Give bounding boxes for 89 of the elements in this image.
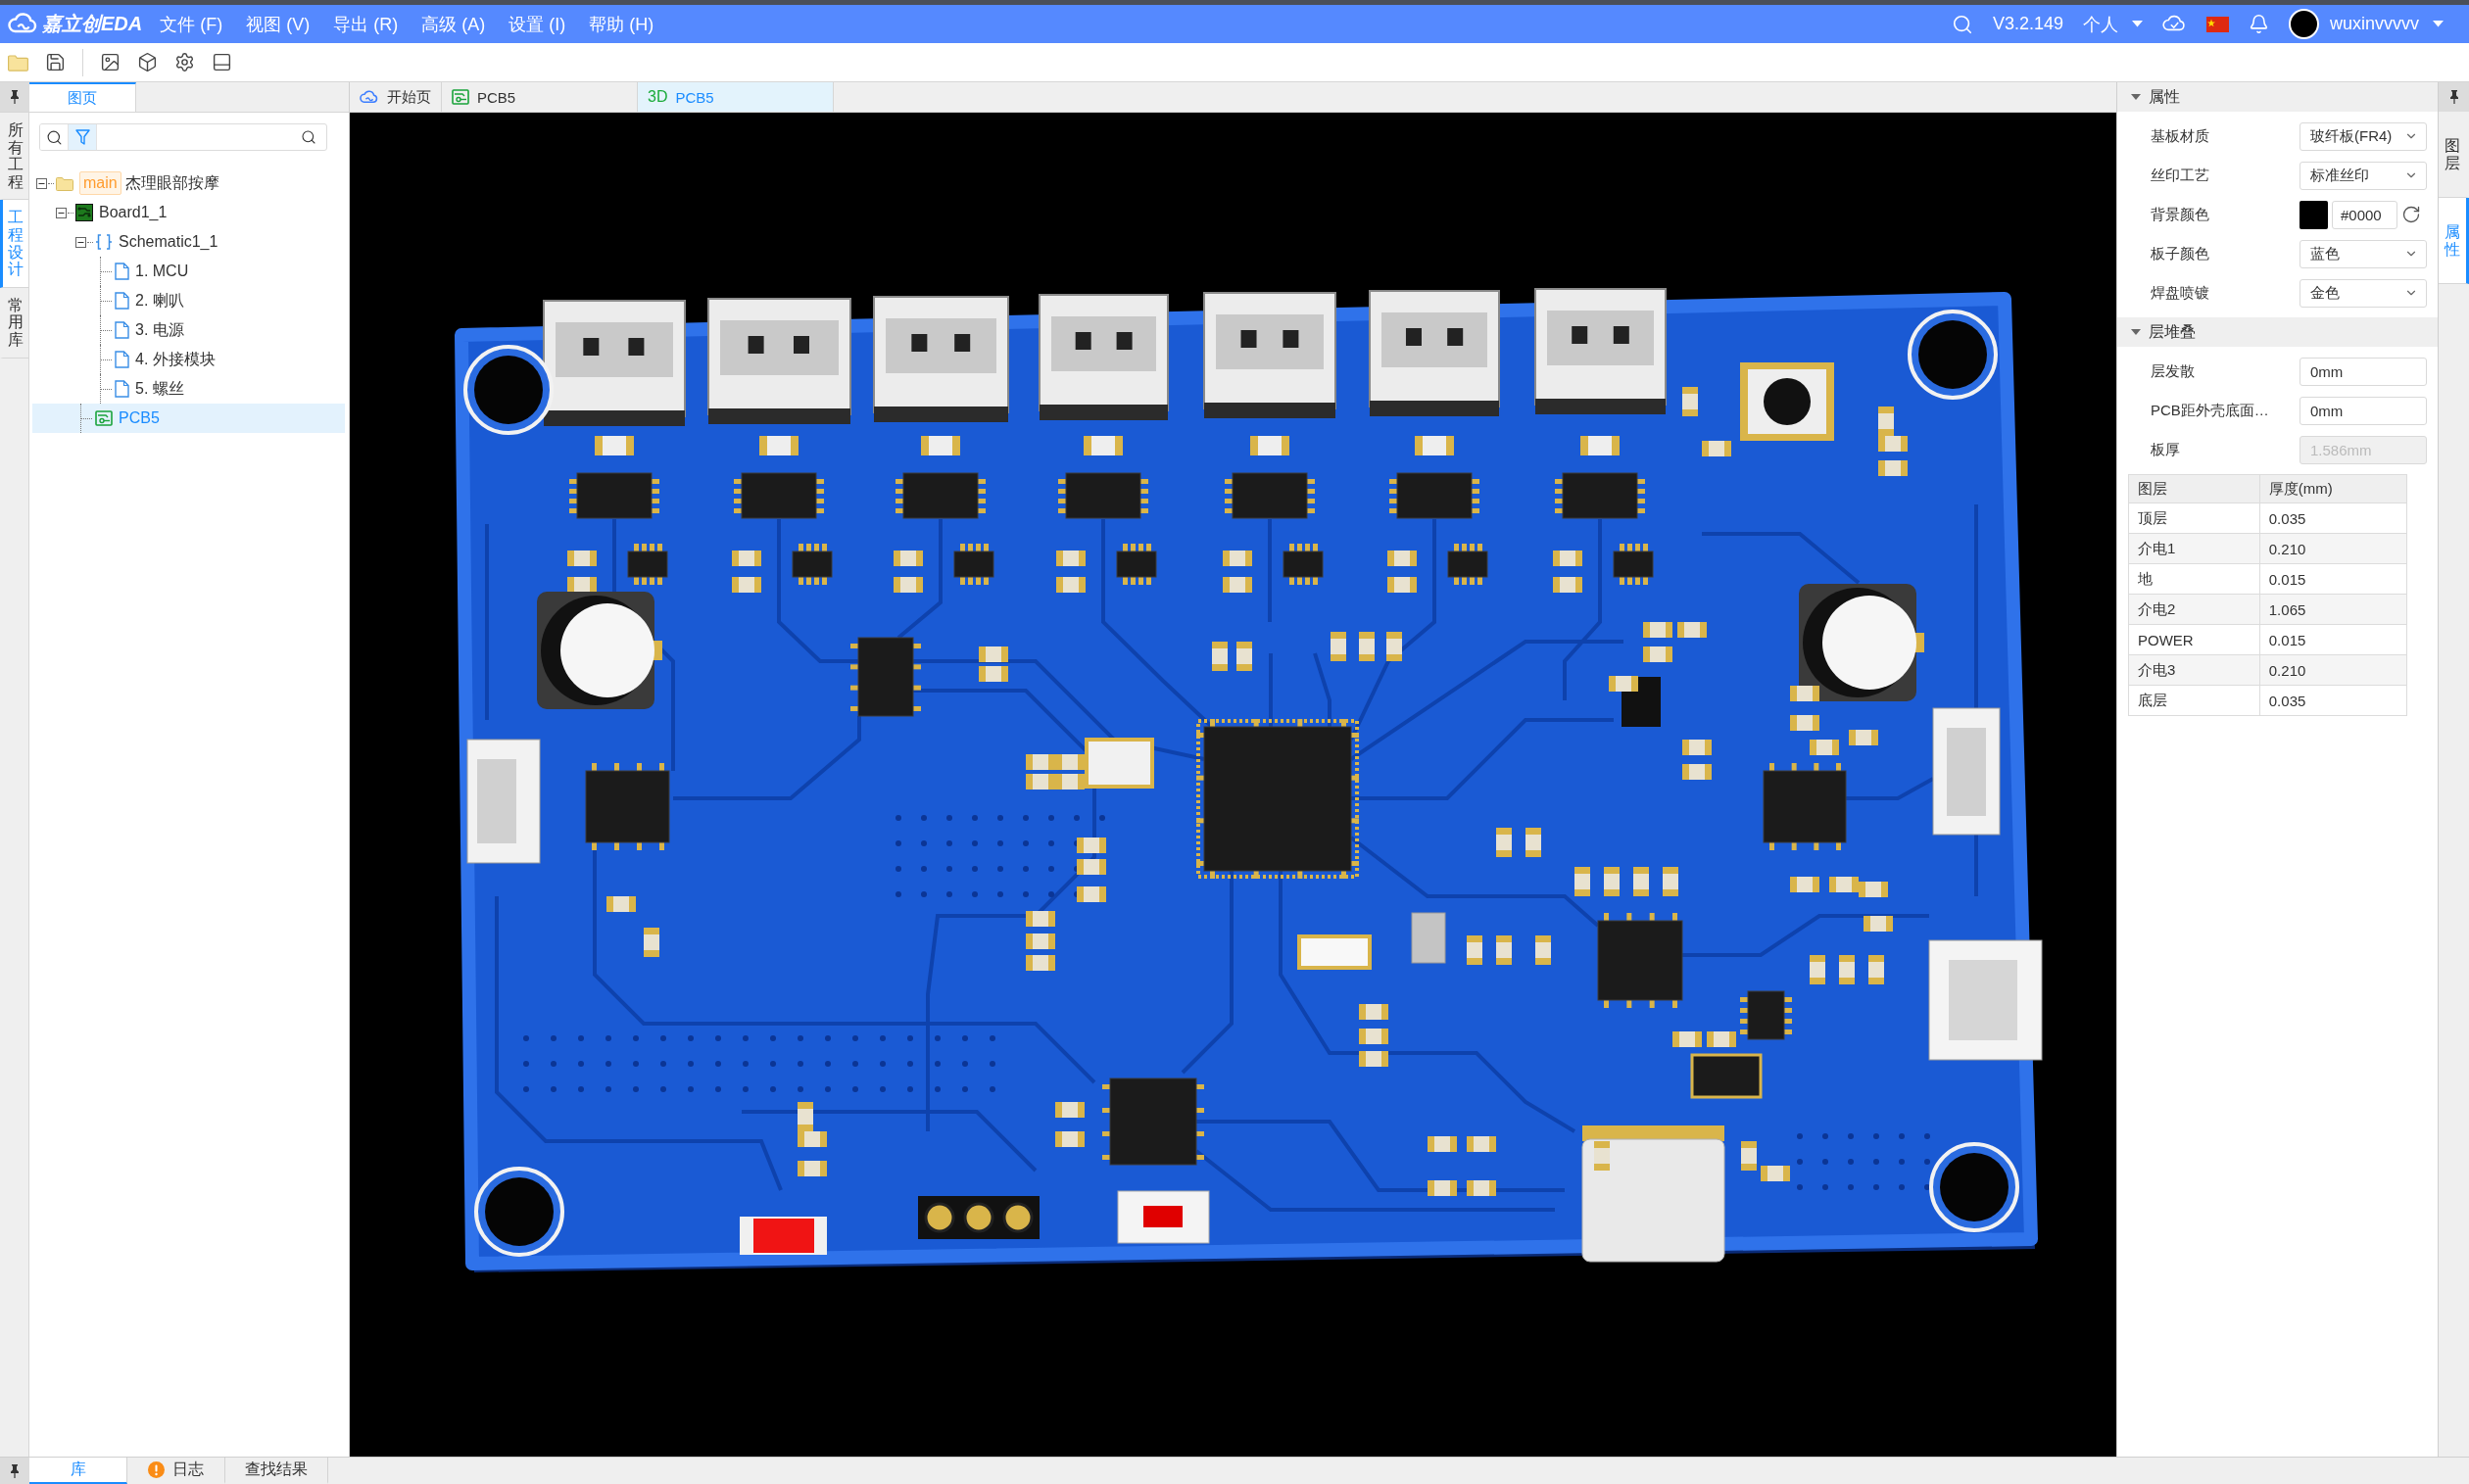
flag-icon[interactable] [2205,16,2229,32]
pin-button[interactable] [2439,82,2469,112]
dropdown[interactable]: 玻纤板(FR4) [2300,121,2427,151]
field-label: 丝印工艺 [2151,166,2210,185]
field-label: 层发散 [2151,361,2196,381]
field-label: PCB距外壳底面… [2151,401,2270,420]
search-mode-button[interactable] [40,124,69,150]
tree-item[interactable]: 5. 螺丝 [32,374,345,404]
column-header: 厚度(mm) [2259,474,2407,503]
table-cell: 地 [2128,563,2260,595]
color-field[interactable]: #0000 [2332,200,2397,229]
table-cell: 顶层 [2128,503,2260,534]
collapse-toggle-icon[interactable] [75,236,86,248]
save-icon[interactable] [45,52,66,72]
table-cell: 0.035 [2259,685,2407,716]
table-cell: 0.015 [2259,563,2407,595]
circuit-board-icon [75,204,93,221]
caret-icon [2131,329,2141,335]
dropdown[interactable]: 蓝色 [2300,239,2427,268]
field-label: 基板材质 [2151,126,2210,146]
panel-tab[interactable]: 图页 [29,82,136,112]
field-label: 焊盘喷镀 [2151,283,2210,303]
refresh-icon[interactable] [2401,205,2421,224]
color-swatch[interactable] [2300,200,2328,229]
document-icon [115,263,129,280]
table-cell: 介电2 [2128,594,2260,625]
pcb-icon [452,89,469,105]
avatar[interactable] [2288,9,2319,39]
box-icon[interactable] [137,52,158,72]
branch-tag: main [79,171,121,195]
table-cell: 0.210 [2259,533,2407,564]
caret-icon [2131,21,2143,27]
table-cell: 1.065 [2259,594,2407,625]
document-icon [115,321,129,339]
collapse-toggle-icon[interactable] [56,207,67,218]
cloud-logo-icon [8,13,39,35]
table-cell: 0.015 [2259,624,2407,655]
document-icon [115,351,129,368]
field-label: 板厚 [2151,440,2181,459]
pcb-icon [95,410,113,426]
input-field[interactable]: 0mm [2300,357,2427,386]
pin-button[interactable] [0,1458,29,1484]
table-cell: 底层 [2128,685,2260,716]
tree-item[interactable]: 4. 外接模块 [32,345,345,374]
tree-item[interactable]: 3. 电源 [32,315,345,345]
search-icon [301,129,316,145]
folder-icon [56,175,73,191]
schematic-icon [95,233,113,251]
pin-icon [10,90,20,104]
image-icon[interactable] [100,52,121,72]
pin-button[interactable] [0,82,29,112]
3d-viewport[interactable] [350,113,2116,1457]
field-label: 背景颜色 [2151,205,2210,224]
filter-icon [74,129,90,145]
search-icon [45,128,63,146]
tree-item[interactable]: Board1_1 [32,198,345,227]
column-header: 图层 [2128,474,2260,503]
input-field[interactable]: 0mm [2300,396,2427,425]
caret-icon [2131,94,2141,100]
tree-item[interactable]: 1. MCU [32,257,345,286]
settings-icon[interactable] [174,52,195,72]
search-icon[interactable] [1951,13,1973,35]
table-cell: 介电3 [2128,654,2260,686]
section-header[interactable]: 属性 [2117,82,2438,112]
table-cell: POWER [2128,624,2260,655]
panel-icon[interactable] [212,52,232,72]
table-cell: 0.035 [2259,503,2407,534]
document-icon [115,380,129,398]
cloud-check-icon[interactable] [2161,15,2187,33]
dropdown[interactable]: 标准丝印 [2300,161,2427,190]
pin-icon [2448,90,2459,104]
collapse-toggle-icon[interactable] [36,177,47,189]
tree-item[interactable]: main 杰理眼部按摩 [32,168,345,198]
field-label: 板子颜色 [2151,244,2210,263]
cloud-icon [360,89,379,105]
side-tab[interactable]: 属性 [2439,198,2469,285]
dropdown[interactable]: 金色 [2300,278,2427,308]
table-cell: 介电1 [2128,533,2260,564]
tree-item[interactable]: 2. 喇叭 [32,286,345,315]
section-header[interactable]: 层堆叠 [2117,317,2438,347]
side-tab[interactable]: 工程设计 [0,200,28,288]
version-label: V3.2.149 [1992,14,2063,34]
table-cell: 0.210 [2259,654,2407,686]
bell-icon[interactable] [2248,14,2269,34]
document-icon [115,292,129,310]
app-logo-text: 嘉立创EDA [42,12,143,36]
tree-item[interactable]: Schematic1_1 [32,227,345,257]
caret-icon [2433,21,2444,27]
pin-icon [10,1463,20,1478]
